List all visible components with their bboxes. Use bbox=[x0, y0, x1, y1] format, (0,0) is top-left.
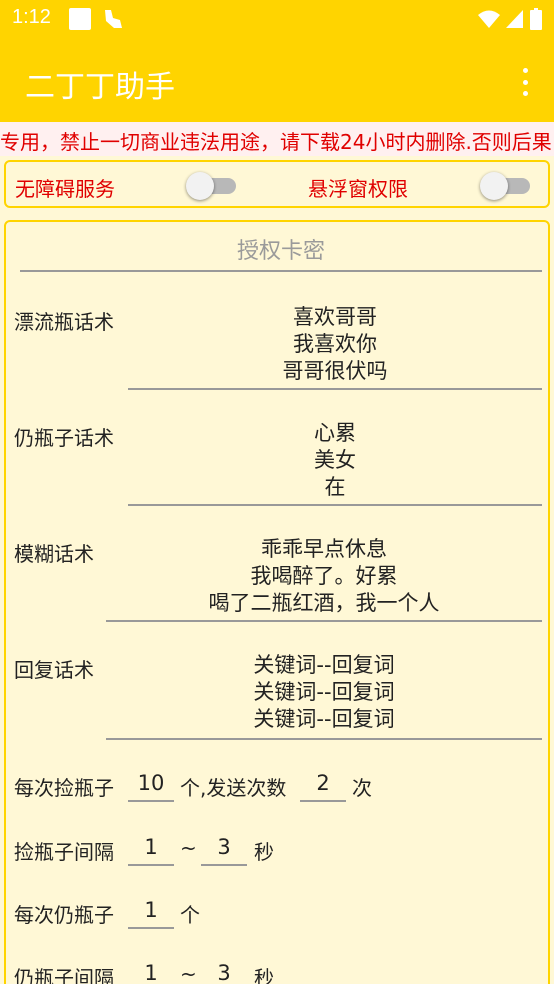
throw-interval-label: 仍瓶子间隔 bbox=[14, 966, 114, 984]
battery-icon bbox=[530, 8, 542, 30]
pick-interval-min-input[interactable]: 1 bbox=[128, 830, 174, 866]
throw-script-input[interactable]: 心累 美女 在 bbox=[128, 420, 542, 506]
app-bar: 二丁丁助手 bbox=[0, 38, 554, 122]
pick-count-input[interactable]: 10 bbox=[128, 766, 174, 802]
reply-script-input[interactable]: 关键词--回复词 关键词--回复词 关键词--回复词 bbox=[106, 652, 542, 740]
status-bar: 1:12 bbox=[0, 0, 554, 38]
fuzzy-script-input[interactable]: 乖乖早点休息 我喝醉了。好累 喝了二瓶红酒，我一个人 bbox=[106, 536, 542, 622]
app-title: 二丁丁助手 bbox=[25, 70, 175, 105]
send-unit-text: 次 bbox=[352, 776, 372, 800]
app-notification-icon bbox=[100, 6, 126, 36]
wifi-icon bbox=[478, 10, 500, 28]
signal-icon bbox=[506, 10, 523, 28]
pick-interval-max-input[interactable]: 3 bbox=[201, 830, 247, 866]
throw-interval-unit: 秒 bbox=[254, 966, 274, 984]
overlay-label: 悬浮窗权限 bbox=[308, 177, 408, 201]
pick-interval-label: 捡瓶子间隔 bbox=[14, 840, 114, 864]
accessibility-toggle[interactable] bbox=[186, 172, 236, 200]
pick-interval-separator: ~ bbox=[180, 836, 197, 860]
auth-key-input[interactable]: 授权卡密 bbox=[20, 232, 542, 272]
accessibility-label: 无障碍服务 bbox=[15, 177, 115, 201]
overlay-toggle[interactable] bbox=[480, 172, 530, 200]
pick-per-label: 每次捡瓶子 bbox=[14, 776, 114, 800]
throw-interval-min-input[interactable]: 1 bbox=[128, 956, 174, 984]
notification-icon bbox=[69, 8, 91, 30]
notice-banner: 专用，禁止一切商业违法用途，请下载24小时内删除.否则后果自负 bbox=[0, 122, 554, 156]
fuzzy-script-label: 模糊话术 bbox=[14, 542, 94, 566]
reply-script-label: 回复话术 bbox=[14, 658, 94, 682]
pick-unit-text: 个,发送次数 bbox=[180, 776, 287, 800]
drift-script-label: 漂流瓶话术 bbox=[14, 310, 114, 334]
throw-count-input[interactable]: 1 bbox=[128, 893, 174, 929]
throw-interval-max-input[interactable]: 3 bbox=[201, 956, 247, 984]
throw-per-label: 每次仍瓶子 bbox=[14, 903, 114, 927]
throw-script-label: 仍瓶子话术 bbox=[14, 426, 114, 450]
throw-interval-separator: ~ bbox=[180, 962, 197, 984]
status-icons bbox=[478, 8, 542, 30]
more-options-icon[interactable] bbox=[520, 68, 530, 96]
permission-panel: 无障碍服务 悬浮窗权限 bbox=[4, 160, 550, 208]
send-count-input[interactable]: 2 bbox=[300, 766, 346, 802]
drift-script-input[interactable]: 喜欢哥哥 我喜欢你 哥哥很伏吗 bbox=[128, 304, 542, 390]
pick-interval-unit: 秒 bbox=[254, 840, 274, 864]
notice-text: 专用，禁止一切商业违法用途，请下载24小时内删除.否则后果自负 bbox=[0, 130, 554, 154]
throw-unit-text: 个 bbox=[180, 903, 200, 927]
status-time: 1:12 bbox=[12, 6, 51, 28]
